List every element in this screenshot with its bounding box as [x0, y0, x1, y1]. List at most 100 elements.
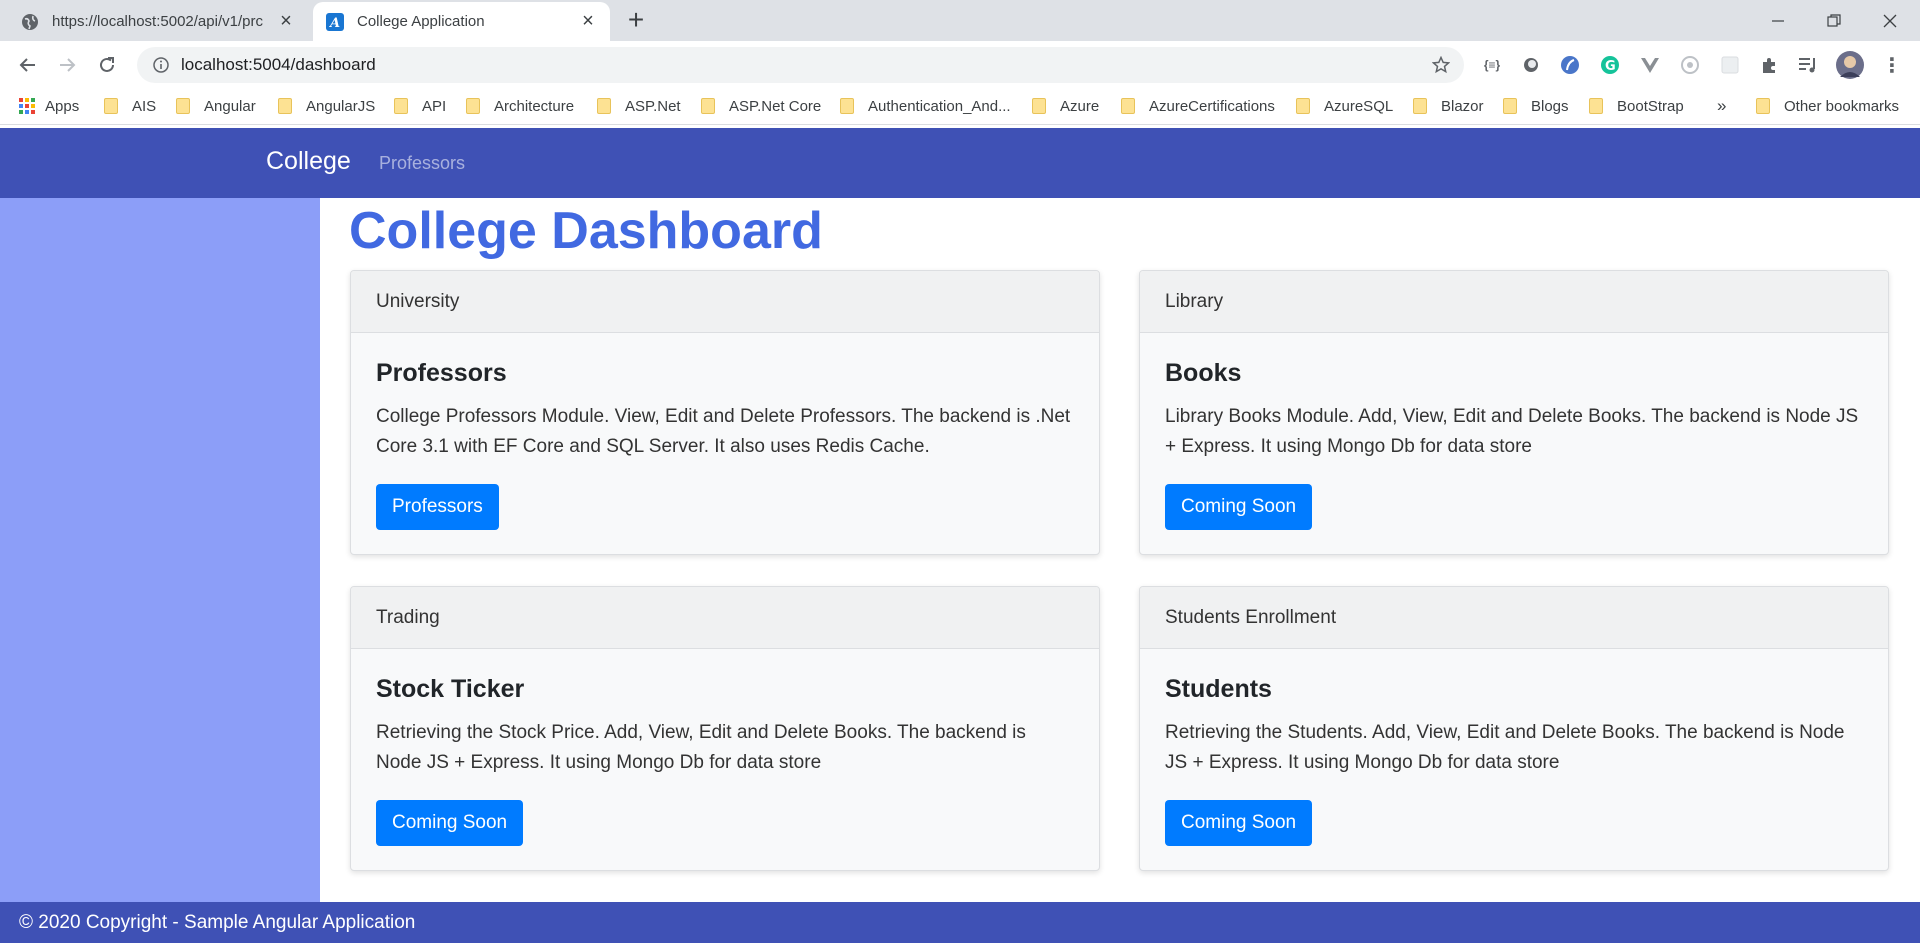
bookmark-folder[interactable]: AIS — [104, 96, 156, 116]
bookmark-label: AIS — [132, 97, 157, 115]
vue-devtools-icon[interactable] — [1638, 53, 1662, 77]
copyright-text: © 2020 Copyright - Sample Angular Applic… — [19, 911, 416, 933]
folder-icon — [1032, 98, 1046, 114]
nav-link-professors[interactable]: Professors — [379, 153, 465, 174]
close-icon[interactable]: × — [276, 10, 296, 32]
card-body: Professors College Professors Module. Vi… — [351, 333, 1099, 530]
minimize-icon[interactable] — [1750, 0, 1806, 41]
main-content: College Dashboard University Professors … — [320, 198, 1920, 902]
address-bar[interactable]: localhost:5004/dashboard — [137, 47, 1464, 83]
tab-api[interactable]: https://localhost:5002/api/v1/prc × — [8, 2, 308, 41]
back-arrow-icon[interactable] — [13, 50, 43, 80]
folder-icon — [1589, 98, 1603, 114]
brand-link[interactable]: College — [266, 147, 351, 176]
bookmark-label: ASP.Net — [625, 97, 681, 115]
bookmark-label: AzureCertifications — [1149, 97, 1275, 115]
bookmark-folder[interactable]: AzureCertifications — [1121, 96, 1275, 116]
folder-icon — [394, 98, 408, 114]
bookmark-folder[interactable]: Blogs — [1503, 96, 1569, 116]
bookmark-label: Authentication_And... — [868, 97, 1011, 115]
circle-extension-icon[interactable] — [1519, 53, 1543, 77]
feather-extension-icon[interactable] — [1558, 53, 1582, 77]
bookmark-folder[interactable]: AzureSQL — [1296, 96, 1393, 116]
tab-title: College Application — [357, 13, 485, 30]
bookmark-label: Blazor — [1441, 97, 1484, 115]
svg-text:A: A — [328, 16, 340, 31]
card-university: University Professors College Professors… — [350, 270, 1100, 555]
bookmark-folder[interactable]: AngularJS — [278, 96, 375, 116]
restore-icon[interactable] — [1806, 0, 1862, 41]
folder-icon — [701, 98, 715, 114]
close-icon[interactable]: × — [578, 10, 598, 32]
bookmark-folder[interactable]: Azure — [1032, 96, 1099, 116]
card-header: Trading — [351, 587, 1099, 649]
app-navbar: College Professors — [0, 128, 1920, 198]
card-header: Library — [1140, 271, 1888, 333]
svg-text:G: G — [1605, 59, 1616, 74]
bookmark-folder[interactable]: ASP.Net — [597, 96, 681, 116]
bookmark-folder[interactable]: API — [394, 96, 446, 116]
bookmarks-bar: Apps AIS Angular AngularJS API Architect… — [0, 87, 1920, 125]
card-title: Professors — [376, 359, 507, 387]
folder-icon — [1756, 98, 1770, 114]
globe-icon — [20, 12, 40, 32]
folder-icon — [1296, 98, 1310, 114]
apps-grid-icon — [19, 98, 35, 114]
folder-icon — [1413, 98, 1427, 114]
media-queue-icon[interactable] — [1796, 53, 1820, 77]
info-icon[interactable] — [141, 57, 181, 73]
stock-ticker-coming-soon-button[interactable]: Coming Soon — [376, 800, 524, 846]
bookmarks-overflow-chevron-icon[interactable]: » — [1717, 96, 1726, 116]
bookmark-apps[interactable]: Apps — [19, 96, 79, 116]
bookmark-folder[interactable]: Authentication_And... — [840, 96, 1011, 116]
bookmark-label: Azure — [1060, 97, 1100, 115]
more-vertical-icon[interactable]: ⋮ — [1880, 53, 1904, 77]
angular-favicon-icon: A — [325, 12, 345, 32]
bookmark-label: Other bookmarks — [1784, 97, 1900, 115]
bookmark-label: BootStrap — [1617, 97, 1684, 115]
card-body: Stock Ticker Retrieving the Stock Price.… — [351, 649, 1099, 846]
forward-arrow-icon[interactable] — [52, 50, 82, 80]
bookmark-folder[interactable]: ASP.Net Core — [701, 96, 821, 116]
bookmark-label: API — [422, 97, 447, 115]
folder-icon — [104, 98, 118, 114]
close-window-icon[interactable] — [1862, 0, 1918, 41]
new-tab-plus-icon[interactable]: + — [622, 6, 650, 34]
bookmark-star-icon[interactable] — [1430, 54, 1452, 76]
students-coming-soon-button[interactable]: Coming Soon — [1165, 800, 1313, 846]
target-extension-icon[interactable] — [1678, 53, 1702, 77]
bookmark-folder[interactable]: Architecture — [466, 96, 574, 116]
card-title: Stock Ticker — [376, 675, 525, 703]
reload-icon[interactable] — [92, 50, 122, 80]
bookmark-folder[interactable]: BootStrap — [1589, 96, 1684, 116]
professors-button[interactable]: Professors — [376, 484, 499, 530]
footer: © 2020 Copyright - Sample Angular Applic… — [0, 902, 1920, 943]
bookmark-label: Blogs — [1531, 97, 1569, 115]
folder-icon — [466, 98, 480, 114]
grammarly-icon[interactable]: G — [1598, 53, 1622, 77]
folder-icon — [176, 98, 190, 114]
tab-college-application[interactable]: A College Application × — [313, 2, 610, 41]
sidebar — [0, 198, 320, 902]
bookmark-folder[interactable]: Blazor — [1413, 96, 1484, 116]
card-text: Retrieving the Students. Add, View, Edit… — [1165, 722, 1845, 773]
card-title: Students — [1165, 675, 1272, 703]
bookmark-folder[interactable]: Angular — [176, 96, 256, 116]
bookmark-other[interactable]: Other bookmarks — [1756, 96, 1899, 116]
card-body: Students Retrieving the Students. Add, V… — [1140, 649, 1888, 846]
card-library: Library Books Library Books Module. Add,… — [1139, 270, 1889, 555]
json-extension-icon[interactable]: {≡} — [1480, 53, 1504, 77]
bookmark-label: Angular — [204, 97, 256, 115]
blank-extension-icon[interactable] — [1718, 53, 1742, 77]
card-header: Students Enrollment — [1140, 587, 1888, 649]
books-coming-soon-button[interactable]: Coming Soon — [1165, 484, 1313, 530]
folder-icon — [840, 98, 854, 114]
card-trading: Trading Stock Ticker Retrieving the Stoc… — [350, 586, 1100, 871]
browser-toolbar: localhost:5004/dashboard {≡} G ⋮ — [0, 41, 1920, 87]
card-text: College Professors Module. View, Edit an… — [376, 406, 1071, 457]
avatar[interactable] — [1836, 51, 1864, 79]
bookmark-label: AzureSQL — [1324, 97, 1394, 115]
puzzle-extensions-icon[interactable] — [1758, 53, 1782, 77]
card-header: University — [351, 271, 1099, 333]
card-students-enrollment: Students Enrollment Students Retrieving … — [1139, 586, 1889, 871]
